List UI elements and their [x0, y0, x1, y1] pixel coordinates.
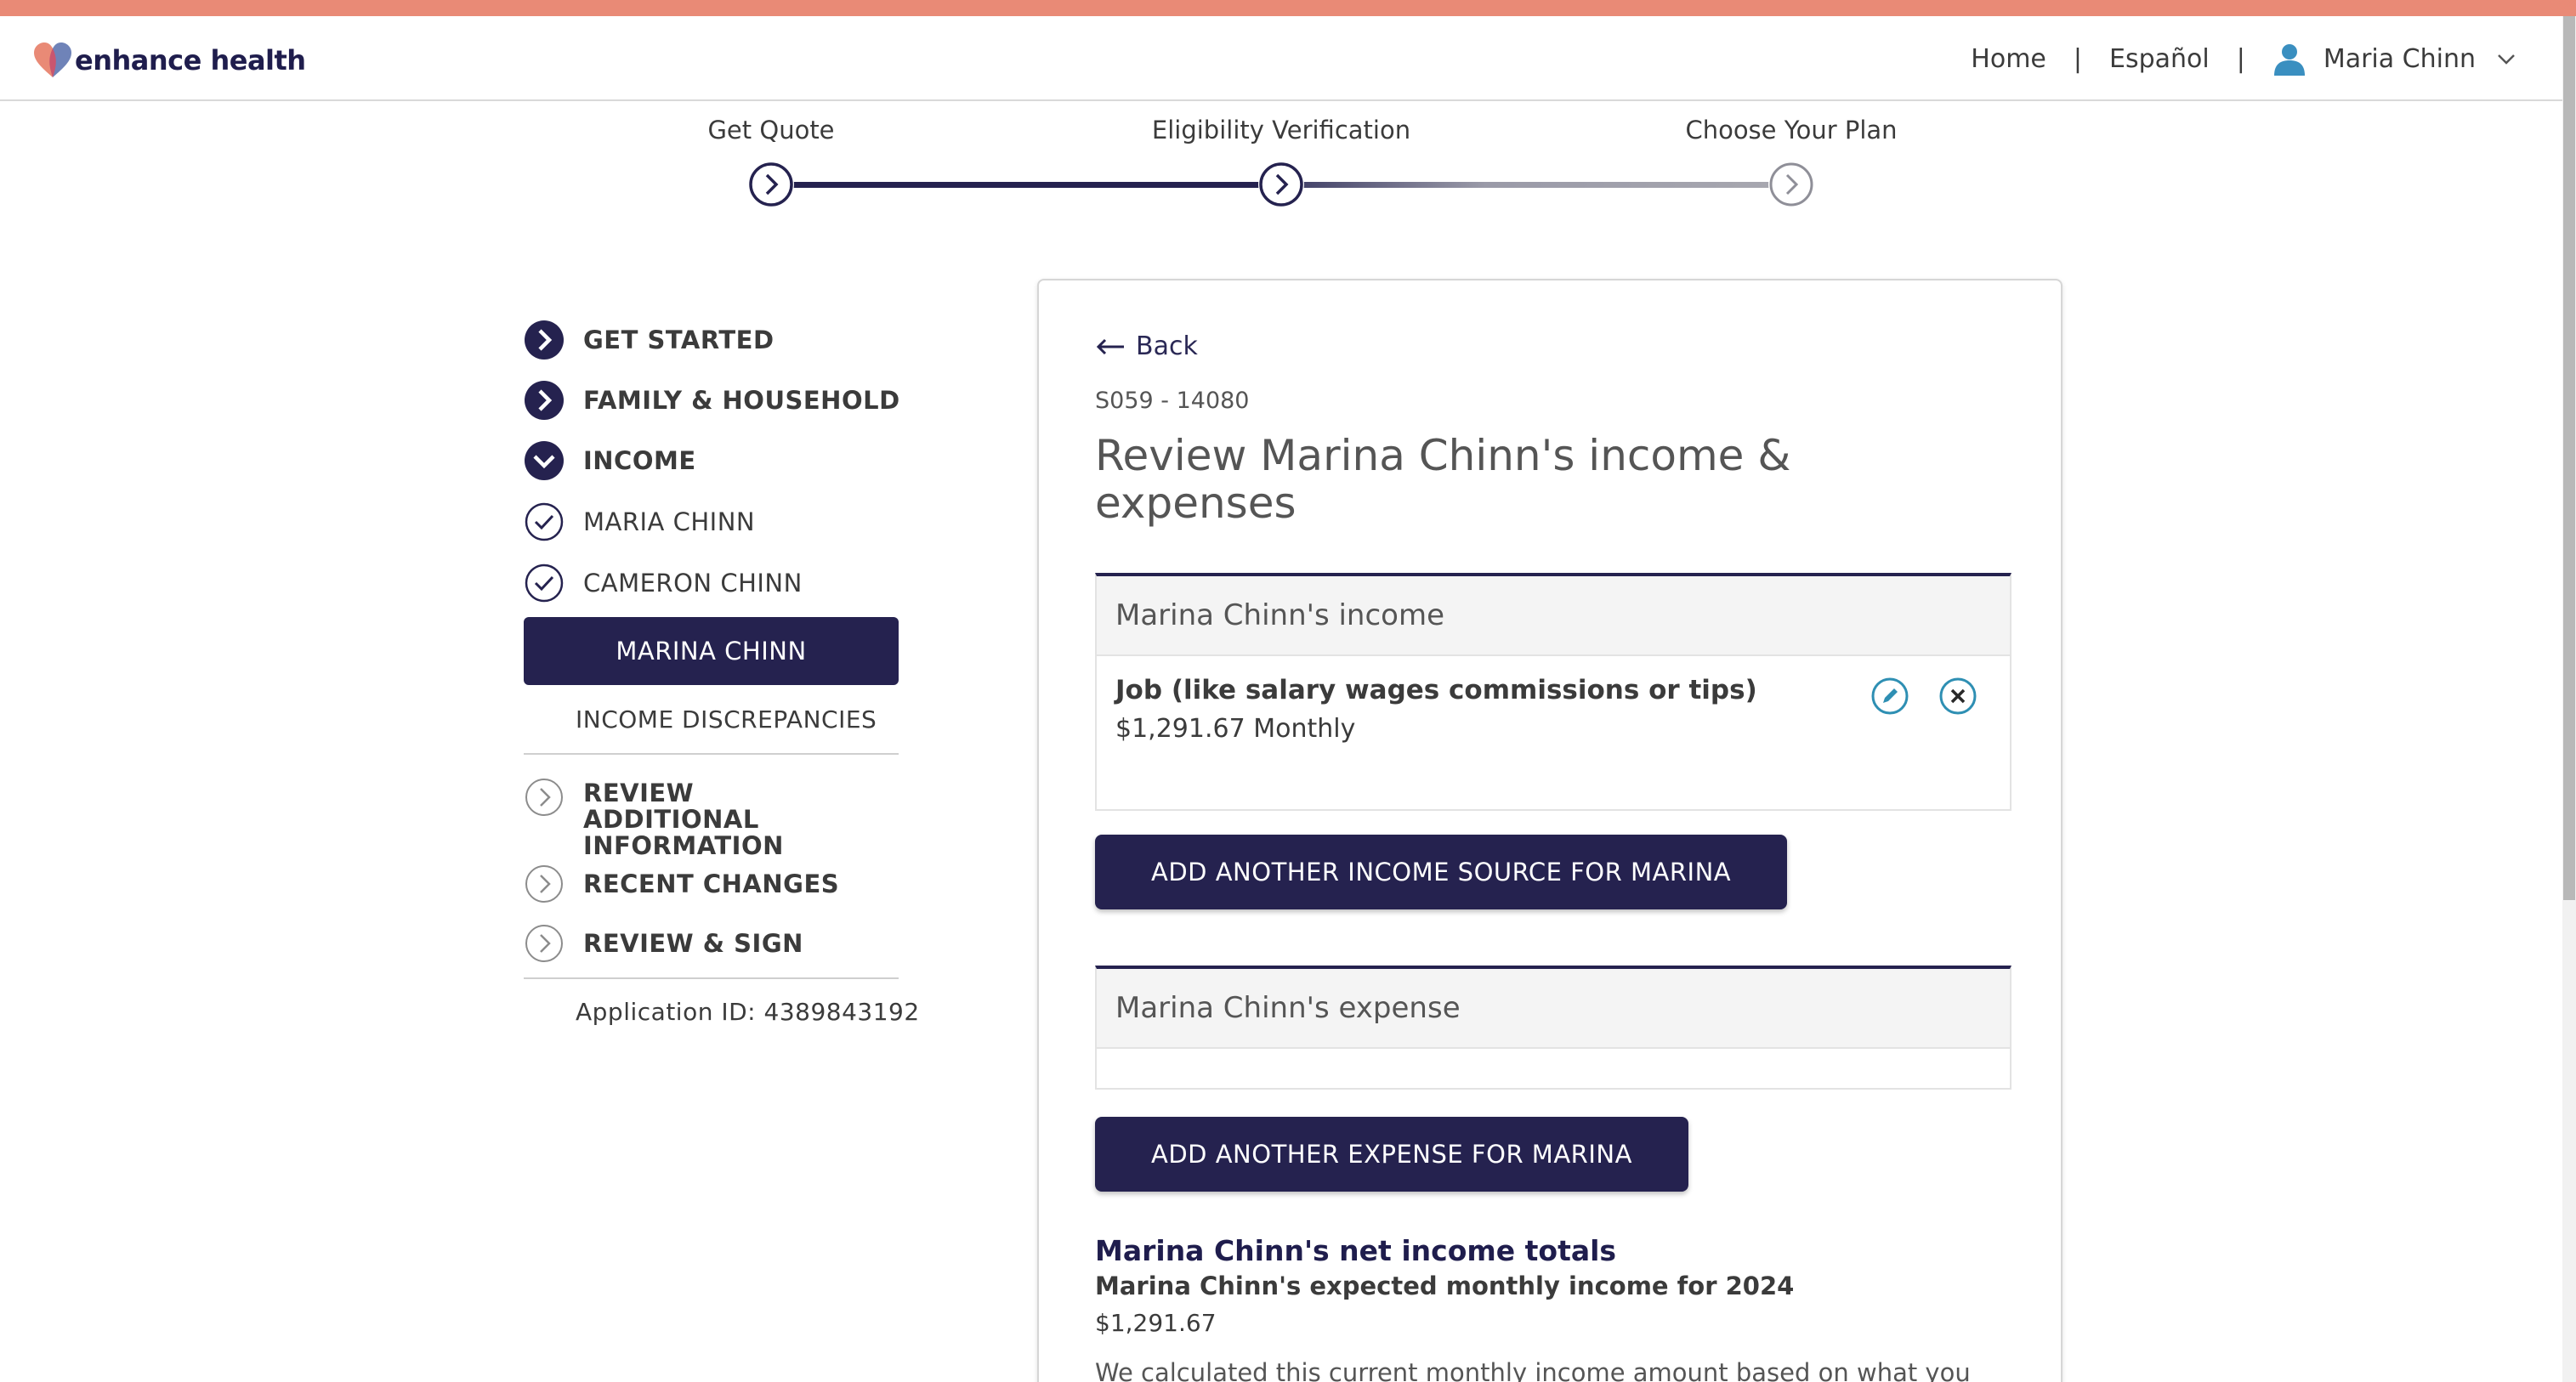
sidebar-item-get-started[interactable]: GET STARTED	[524, 320, 775, 360]
progress-stepper: Get Quote Eligibility Verification Choos…	[0, 110, 2576, 212]
net-income-heading: Marina Chinn's net income totals	[1095, 1234, 1617, 1267]
arrow-left-icon	[1096, 338, 1124, 354]
top-nav: Home | Español | Maria Chinn	[1971, 16, 2576, 101]
edit-pencil-icon[interactable]	[1870, 677, 1909, 716]
back-link[interactable]: Back	[1095, 331, 1198, 361]
nav-language-link[interactable]: Español	[2109, 44, 2210, 74]
sidebar-item-label: REVIEW & SIGN	[583, 929, 803, 958]
sidebar-item-maria-chinn[interactable]: MARIA CHINN	[524, 501, 755, 542]
expense-panel-body	[1097, 1049, 2010, 1088]
chevron-right-filled-icon	[525, 381, 564, 420]
brand-logo[interactable]: enhance health	[32, 42, 306, 79]
income-panel: Marina Chinn's income Job (like salary w…	[1095, 573, 2011, 811]
site-header: enhance health Home | Español | Maria Ch…	[0, 16, 2576, 101]
sidebar-item-label: FAMILY & HOUSEHOLD	[583, 386, 900, 415]
sidebar-item-label: RECENT CHANGES	[583, 869, 840, 898]
chevron-right-circle-icon	[1259, 162, 1303, 207]
top-accent-band	[0, 0, 2576, 16]
income-review-card: Back S059 - 14080 Review Marina Chinn's …	[1037, 279, 2063, 1382]
check-circle-icon	[525, 502, 564, 541]
chevron-right-outline-icon	[525, 865, 563, 903]
progress-line-upcoming	[1281, 182, 1791, 188]
chevron-right-circle-icon	[749, 162, 793, 207]
add-income-source-button[interactable]: ADD ANOTHER INCOME SOURCE FOR MARINA	[1095, 835, 1788, 909]
step-label-eligibility: Eligibility Verification	[1151, 116, 1411, 144]
chevron-right-outline-icon	[525, 779, 563, 816]
step-label-get-quote: Get Quote	[707, 116, 835, 144]
nav-home-link[interactable]: Home	[1971, 44, 2046, 74]
check-circle-icon	[525, 564, 564, 603]
sidebar-item-recent-changes[interactable]: RECENT CHANGES	[524, 864, 839, 904]
application-id: Application ID: 4389843192	[576, 998, 920, 1026]
step-choose-plan[interactable]	[1768, 161, 1814, 207]
user-name: Maria Chinn	[2323, 43, 2476, 74]
step-get-quote[interactable]	[748, 161, 794, 207]
chevron-down-icon	[2498, 54, 2515, 65]
nav-separator: |	[2073, 43, 2082, 74]
sidebar-item-label: INCOME	[583, 446, 696, 475]
back-label: Back	[1136, 331, 1198, 361]
expense-panel-heading: Marina Chinn's expense	[1097, 969, 2010, 1049]
brand-name: enhance health	[75, 44, 306, 76]
user-menu[interactable]: Maria Chinn	[2272, 42, 2518, 76]
nav-separator: |	[2236, 43, 2245, 74]
delete-x-icon[interactable]	[1938, 677, 1977, 716]
sidebar-item-label: REVIEW ADDITIONAL INFORMATION	[583, 779, 784, 860]
user-avatar-icon	[2273, 44, 2305, 76]
sidebar-item-marina-chinn[interactable]: MARINA CHINN	[524, 617, 899, 685]
step-label-choose-plan: Choose Your Plan	[1685, 116, 1898, 144]
sidebar-item-label: MARIA CHINN	[583, 507, 756, 536]
page-scrollbar-thumb[interactable]	[2563, 16, 2575, 900]
sidebar-item-income[interactable]: INCOME	[524, 440, 696, 481]
income-calculation-note: We calculated this current monthly incom…	[1095, 1358, 1971, 1382]
page-title: Review Marina Chinn's income & expenses	[1095, 431, 1791, 528]
sidebar-divider	[524, 753, 899, 755]
income-entry: Job (like salary wages commissions or ti…	[1097, 656, 2010, 809]
sidebar-item-cameron-chinn[interactable]: CAMERON CHINN	[524, 563, 803, 603]
sidebar-item-family-household[interactable]: FAMILY & HOUSEHOLD	[524, 380, 900, 421]
step-eligibility[interactable]	[1258, 161, 1304, 207]
sidebar-divider	[524, 977, 899, 979]
sidebar-item-review-sign[interactable]: REVIEW & SIGN	[524, 923, 803, 964]
application-code: S059 - 14080	[1095, 388, 1250, 414]
income-entry-name: Job (like salary wages commissions or ti…	[1115, 675, 1757, 705]
sidebar-item-income-discrepancies[interactable]: INCOME DISCREPANCIES	[576, 705, 877, 733]
expected-income-amount: $1,291.67	[1095, 1309, 1217, 1337]
chevron-right-outline-icon	[525, 925, 563, 962]
chevron-down-filled-icon	[525, 441, 564, 480]
expense-panel: Marina Chinn's expense	[1095, 966, 2011, 1090]
income-panel-heading: Marina Chinn's income	[1097, 576, 2010, 656]
chevron-right-circle-icon	[1769, 162, 1813, 207]
add-expense-button[interactable]: ADD ANOTHER EXPENSE FOR MARINA	[1095, 1117, 1688, 1192]
sidebar-item-label: CAMERON CHINN	[583, 569, 803, 598]
expected-income-subheading: Marina Chinn's expected monthly income f…	[1095, 1272, 1795, 1300]
sidebar-item-label: GET STARTED	[583, 326, 775, 354]
chevron-right-filled-icon	[525, 320, 564, 360]
progress-line-complete	[771, 182, 1281, 188]
sidebar-item-review-additional[interactable]: REVIEW ADDITIONAL INFORMATION	[524, 777, 872, 859]
income-entry-amount: $1,291.67 Monthly	[1115, 714, 1356, 744]
heart-logo-icon	[34, 42, 71, 77]
